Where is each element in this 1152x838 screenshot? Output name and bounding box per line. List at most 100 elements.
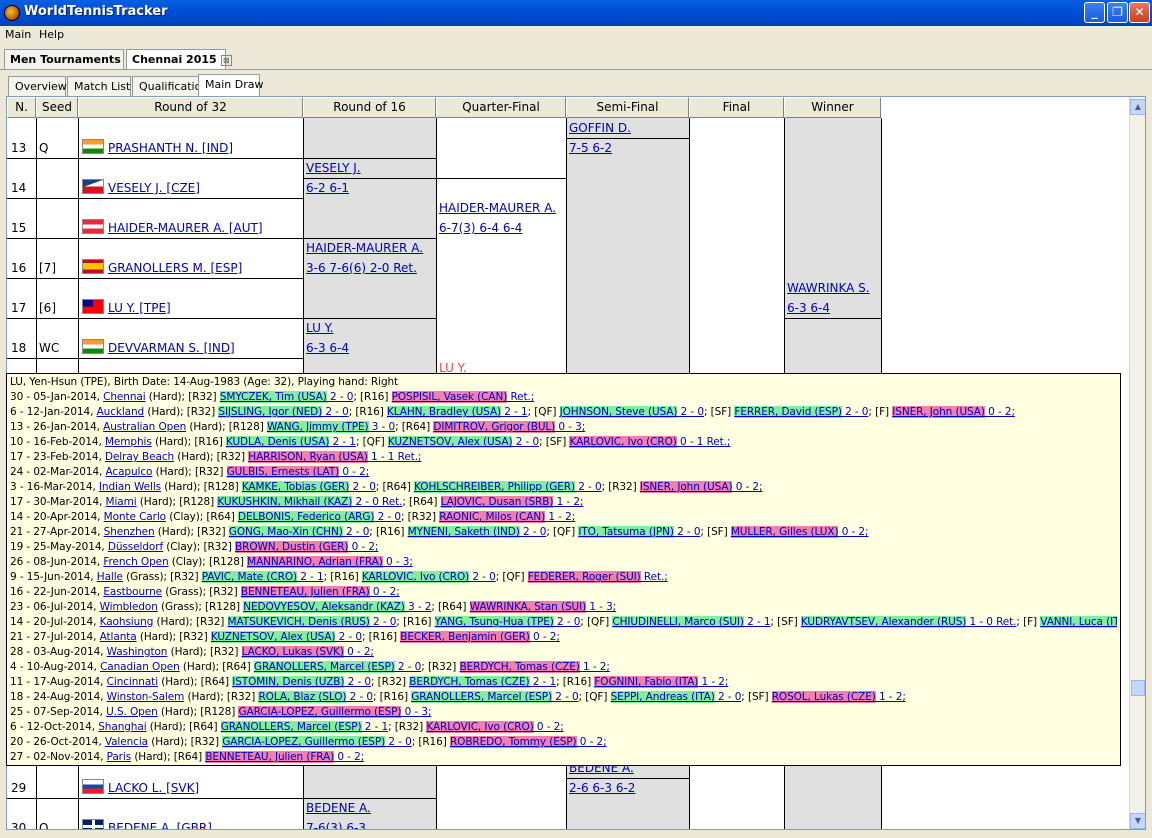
match-score-link[interactable]: 0 - 2; <box>370 586 400 598</box>
match-score-link[interactable]: 2 - 0 <box>327 391 353 403</box>
scroll-up-icon[interactable]: ▲ <box>1130 99 1145 115</box>
r16-player-link[interactable]: HAIDER-MAURER A. <box>306 241 423 255</box>
tab-qualification[interactable]: Qualification <box>132 76 208 96</box>
win-opponent-link[interactable]: KUDRYAVTSEV, Alexander (RUS) <box>800 616 966 628</box>
match-score-link[interactable]: 1 - 2; <box>553 496 584 508</box>
win-opponent-link[interactable]: BERDYCH, Tomas (CZE) <box>409 676 530 688</box>
win-opponent-link[interactable]: KUDLA, Denis (USA) <box>225 436 329 448</box>
close-button[interactable]: ✕ <box>1129 2 1150 23</box>
match-score-link[interactable]: 0 - 1 Ret.; <box>677 436 730 448</box>
player-link[interactable]: PRASHANTH N. [IND] <box>108 141 233 155</box>
win-opponent-link[interactable]: GRANOLLERS, Marcel (ESP) <box>220 721 362 733</box>
win-opponent-link[interactable]: SEPPI, Andreas (ITA) <box>610 691 715 703</box>
match-score-link[interactable]: 2 - 1 <box>297 571 323 583</box>
match-score-link[interactable]: 0 - 3; <box>555 421 585 433</box>
player-link[interactable]: LU Y. [TPE] <box>108 301 171 315</box>
win-opponent-link[interactable]: KOHLSCHREIBER, Philipp (GER) <box>414 481 575 493</box>
win-opponent-link[interactable]: FERRER, David (ESP) <box>734 406 842 418</box>
win-opponent-link[interactable]: GRANOLLERS, Marcel (ESP) <box>253 661 395 673</box>
winner-player-link[interactable]: WAWRINKA S. <box>787 281 870 295</box>
win-opponent-link[interactable]: KLAHN, Bradley (USA) <box>386 406 501 418</box>
match-score-link[interactable]: Ret.; <box>641 571 668 583</box>
match-score-link[interactable]: 2 - 1 <box>744 616 770 628</box>
menu-help[interactable]: Help <box>39 28 64 41</box>
player-link[interactable]: BEDENE A. [GBR] <box>108 821 212 829</box>
tournament-link[interactable]: Washington <box>107 646 168 658</box>
match-score-link[interactable]: 0 - 3; <box>383 556 413 568</box>
match-score-link[interactable]: 0 - 2; <box>985 406 1015 418</box>
loss-opponent-link[interactable]: BERDYCH, Tomas (CZE) <box>459 661 580 673</box>
win-opponent-link[interactable]: SIJSLING, Igor (NED) <box>218 406 322 418</box>
tournament-link[interactable]: French Open <box>103 556 168 568</box>
loss-opponent-link[interactable]: BROWN, Dustin (GER) <box>235 541 348 553</box>
win-opponent-link[interactable]: ITO, Tatsuma (JPN) <box>578 526 674 538</box>
tournament-link[interactable]: Kaohsiung <box>100 616 154 628</box>
tournament-link[interactable]: Paris <box>107 751 132 763</box>
close-tab-icon[interactable]: ⊠ <box>220 54 232 66</box>
r16-score-link[interactable]: 6-3 6-4 <box>306 341 349 355</box>
match-score-link[interactable]: 1 - 3; <box>586 601 616 613</box>
match-score-link[interactable]: 0 - 2; <box>348 541 379 553</box>
loss-opponent-link[interactable]: KARLOVIC, Ivo (CRO) <box>569 436 677 448</box>
qf-score-link[interactable]: 6-7(3) 6-4 6-4 <box>439 221 522 235</box>
win-opponent-link[interactable]: DELBONIS, Federico (ARG) <box>238 511 374 523</box>
match-score-link[interactable]: 2 - 0 <box>674 526 700 538</box>
tournament-link[interactable]: Auckland <box>97 406 145 418</box>
tab-men-tournaments[interactable]: Men Tournaments <box>4 49 124 69</box>
match-score-link[interactable]: 0 - 2; <box>577 736 607 748</box>
match-score-link[interactable]: 2 - 0 <box>512 436 539 448</box>
match-score-link[interactable]: 2 - 0 <box>374 511 401 523</box>
win-opponent-link[interactable]: GRANOLLERS, Marcel (ESP) <box>411 691 552 703</box>
sf-player-link[interactable]: GOFFIN D. <box>569 121 631 135</box>
match-score-link[interactable]: 2 - 0 <box>349 481 375 493</box>
player-link[interactable]: DEVVARMAN S. [IND] <box>108 341 235 355</box>
menu-main[interactable]: Main <box>5 28 31 41</box>
match-score-link[interactable]: 1 - 1 Ret.; <box>368 451 421 463</box>
loss-opponent-link[interactable]: POSPISIL, Vasek (CAN) <box>391 391 507 403</box>
loss-opponent-link[interactable]: LAJOVIC, Dusan (SRB) <box>440 496 553 508</box>
tab-chennai-2015[interactable]: Chennai 2015 ⊠ <box>126 49 232 69</box>
match-score-link[interactable]: 2 - 0 <box>385 736 411 748</box>
loss-opponent-link[interactable]: RAONIC, Milos (CAN) <box>439 511 545 523</box>
match-score-link[interactable]: Ret.; <box>507 391 534 403</box>
tournament-link[interactable]: Monte Carlo <box>104 511 166 523</box>
r16-player-link[interactable]: VESELY J. <box>306 161 361 175</box>
match-score-link[interactable]: 2 - 0 <box>469 571 495 583</box>
win-opponent-link[interactable]: SMYCZEK, Tim (USA) <box>219 391 327 403</box>
tournament-link[interactable]: Atlanta <box>100 631 137 643</box>
player-link[interactable]: GRANOLLERS M. [ESP] <box>108 261 242 275</box>
match-score-link[interactable]: 0 - 2; <box>334 751 364 763</box>
tab-match-list[interactable]: Match List <box>67 76 131 96</box>
loss-opponent-link[interactable]: MULLER, Gilles (LUX) <box>730 526 839 538</box>
tournament-link[interactable]: Chennai <box>103 391 146 403</box>
win-opponent-link[interactable]: MYNENI, Saketh (IND) <box>407 526 520 538</box>
tournament-link[interactable]: Valencia <box>105 736 148 748</box>
match-score-link[interactable]: 2 - 0 <box>346 691 373 703</box>
match-score-link[interactable]: 3 - 2 <box>405 601 431 613</box>
tab-overview[interactable]: Overview <box>8 76 67 96</box>
minimize-button[interactable]: _ <box>1084 2 1105 23</box>
tournament-link[interactable]: Wimbledon <box>100 601 158 613</box>
match-score-link[interactable]: 0 - 2; <box>530 631 560 643</box>
tournament-link[interactable]: Memphis <box>105 436 152 448</box>
win-opponent-link[interactable]: NEDOVYESOV, Aleksandr (KAZ) <box>243 601 405 613</box>
win-opponent-link[interactable]: VANNI, Luca (ITA) <box>1040 616 1117 628</box>
win-opponent-link[interactable]: GARCIA-LOPEZ, Guillermo (ESP) <box>222 736 385 748</box>
win-opponent-link[interactable]: ISTOMIN, Denis (UZB) <box>232 676 345 688</box>
match-score-link[interactable]: 3 - 0 <box>369 421 395 433</box>
loss-opponent-link[interactable]: ISNER, John (USA) <box>639 481 733 493</box>
loss-opponent-link[interactable]: HARRISON, Ryan (USA) <box>248 451 368 463</box>
loss-opponent-link[interactable]: ISNER, John (USA) <box>892 406 985 418</box>
vertical-scrollbar[interactable]: ▲ ▼ <box>1129 97 1145 829</box>
match-score-link[interactable]: 2 - 0 <box>343 526 369 538</box>
loss-opponent-link[interactable]: GARCIA-LOPEZ, Guillermo (ESP) <box>238 706 401 718</box>
win-opponent-link[interactable]: GONG, Mao-Xin (CHN) <box>228 526 343 538</box>
win-opponent-link[interactable]: KUZNETSOV, Alex (USA) <box>387 436 513 448</box>
win-opponent-link[interactable]: JOHNSON, Steve (USA) <box>559 406 677 418</box>
win-opponent-link[interactable]: KARLOVIC, Ivo (CRO) <box>361 571 469 583</box>
winner-score-link[interactable]: 6-3 6-4 <box>787 301 830 315</box>
win-opponent-link[interactable]: ROLA, Blaz (SLO) <box>258 691 346 703</box>
win-opponent-link[interactable]: KAMKE, Tobias (GER) <box>241 481 349 493</box>
r16-score-link[interactable]: 7-6(3) 6-3 <box>306 821 366 829</box>
loss-opponent-link[interactable]: ROBREDO, Tommy (ESP) <box>449 736 577 748</box>
